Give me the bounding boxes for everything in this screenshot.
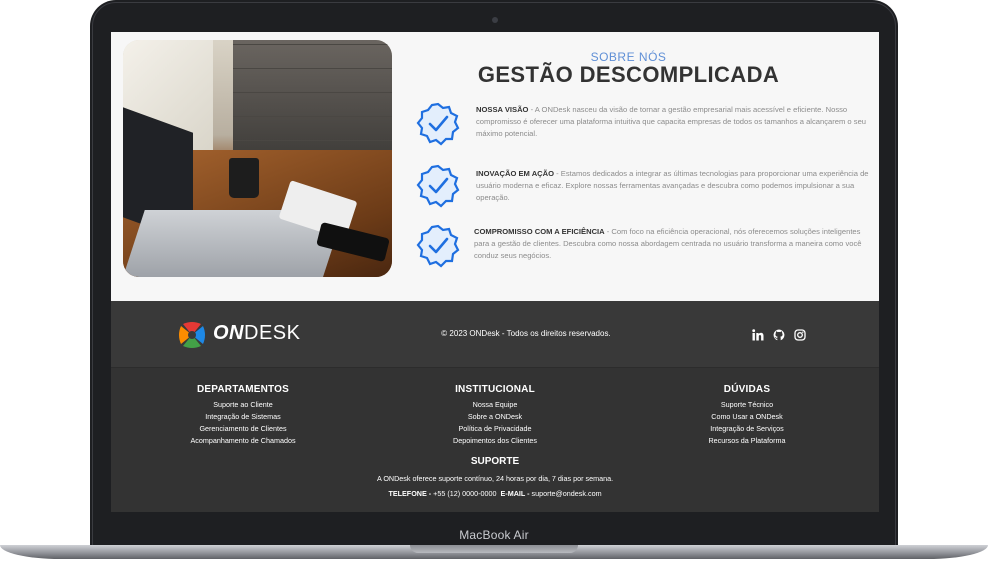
footer-link[interactable]: Nossa Equipe	[395, 399, 595, 411]
website-screen: SOBRE NÓS GESTÃO DESCOMPLICADA NOSSA VIS…	[111, 32, 879, 512]
column-title: INSTITUCIONAL	[455, 384, 535, 395]
feature-title: COMPROMISSO COM A EFICIÊNCIA	[474, 227, 605, 236]
footer-link[interactable]: Recursos da Plataforma	[647, 435, 847, 447]
email-label: E-MAIL -	[500, 489, 530, 498]
laptop-hinge-notch	[410, 545, 578, 553]
phone-label: TELEFONE -	[388, 489, 432, 498]
support-title: SUPORTE	[470, 456, 520, 467]
footer-link[interactable]: Política de Privacidade	[395, 423, 595, 435]
feature-description: - A ONDesk nasceu da visão de tornar a g…	[476, 105, 867, 138]
linkedin-icon[interactable]	[752, 328, 764, 341]
support-text: A ONDesk oferece suporte contínuo, 24 ho…	[376, 474, 614, 483]
email-address[interactable]: suporte@ondesk.com	[532, 489, 602, 498]
footer-column-duvidas: DÚVIDAS Suporte Técnico Como Usar a ONDe…	[647, 384, 847, 447]
github-icon[interactable]	[773, 328, 785, 341]
column-title: DÚVIDAS	[723, 384, 771, 395]
footer-link[interactable]: Como Usar a ONDesk	[647, 411, 847, 423]
instagram-icon[interactable]	[794, 328, 806, 341]
ondesk-logo[interactable]: ONDESK	[177, 320, 317, 350]
about-photo	[123, 40, 392, 277]
footer-link[interactable]: Integração de Sistemas	[143, 411, 343, 423]
footer-link[interactable]: Suporte ao Cliente	[143, 399, 343, 411]
feature-text: COMPROMISSO COM A EFICIÊNCIA - Com foco …	[474, 226, 874, 261]
footer-link[interactable]: Acompanhamento de Chamados	[143, 435, 343, 447]
laptop-mockup: SOBRE NÓS GESTÃO DESCOMPLICADA NOSSA VIS…	[0, 0, 988, 568]
feature-text: INOVAÇÃO EM AÇÃO - Estamos dedicados a i…	[476, 168, 876, 203]
footer-link[interactable]: Integração de Serviços	[647, 423, 847, 435]
verified-check-badge-icon	[416, 102, 460, 146]
feature-title: INOVAÇÃO EM AÇÃO	[476, 169, 555, 178]
verified-check-badge-icon	[416, 164, 460, 208]
logo-wordmark: ONDESK	[213, 322, 301, 344]
feature-text: NOSSA VISÃO - A ONDesk nasceu da visão d…	[476, 104, 876, 139]
footer-column-departamentos: DEPARTAMENTOS Suporte ao Cliente Integra…	[143, 384, 343, 447]
support-contact: TELEFONE - +55 (12) 0000-0000 E-MAIL - s…	[295, 489, 695, 498]
footer-link[interactable]: Depoimentos dos Clientes	[395, 435, 595, 447]
column-title: DEPARTAMENTOS	[196, 384, 290, 395]
feature-title: NOSSA VISÃO	[476, 105, 529, 114]
device-label: MacBook Air	[459, 528, 529, 542]
phone-number[interactable]: +55 (12) 0000-0000	[433, 489, 496, 498]
footer-link[interactable]: Suporte Técnico	[647, 399, 847, 411]
footer-link[interactable]: Sobre a ONDesk	[395, 411, 595, 423]
about-title: GESTÃO DESCOMPLICADA	[477, 62, 780, 87]
ondesk-logo-icon	[179, 322, 205, 348]
social-links	[752, 328, 806, 341]
camera-icon	[492, 17, 498, 23]
verified-check-badge-icon	[416, 224, 460, 268]
footer-column-institucional: INSTITUCIONAL Nossa Equipe Sobre a ONDes…	[395, 384, 595, 447]
footer-link[interactable]: Gerenciamento de Clientes	[143, 423, 343, 435]
copyright-text: © 2023 ONDesk - Todos os direitos reserv…	[441, 329, 611, 338]
